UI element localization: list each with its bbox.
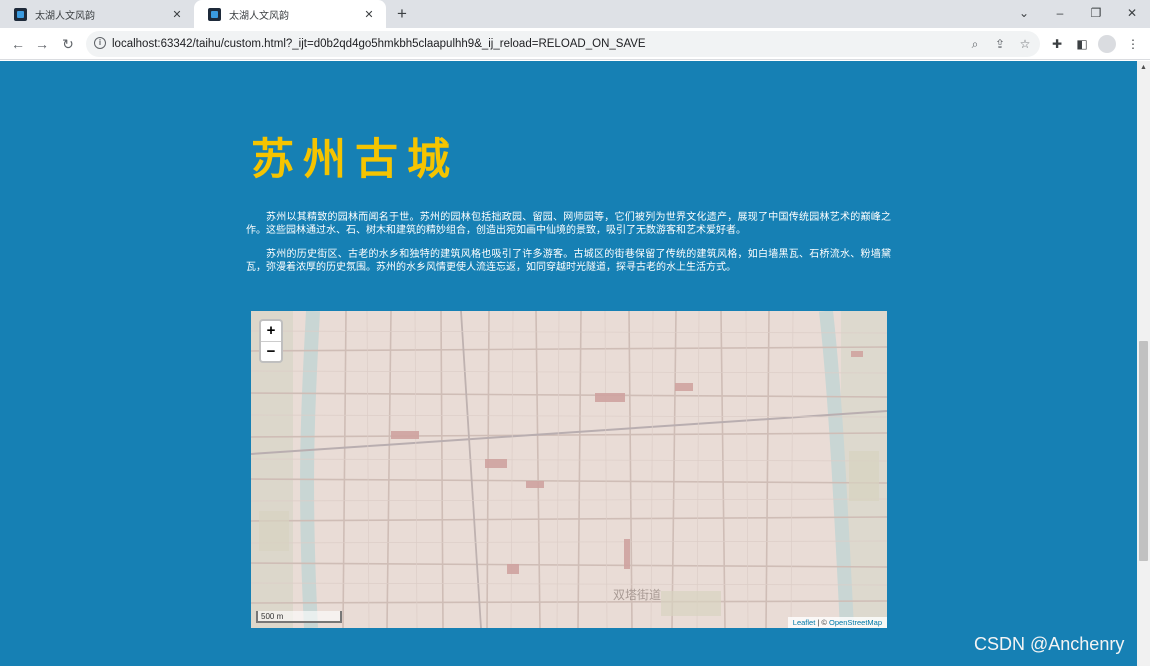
- address-bar[interactable]: i localhost:63342/taihu/custom.html?_ijt…: [86, 31, 1040, 57]
- site-favicon-icon: [14, 7, 27, 21]
- share-icon[interactable]: ⇪: [991, 35, 1009, 53]
- profile-avatar-icon[interactable]: [1098, 35, 1116, 53]
- more-menu-icon[interactable]: ⋮: [1123, 34, 1143, 54]
- page-body: 苏州古城 苏州以其精致的园林而闻名于世。苏州的园林包括拙政园、留园、网师园等，它…: [0, 61, 1137, 666]
- zoom-out-button[interactable]: −: [261, 341, 281, 361]
- zoom-control: + −: [259, 319, 283, 363]
- reload-icon[interactable]: ↻: [58, 34, 78, 54]
- zoom-in-button[interactable]: +: [261, 321, 281, 341]
- forward-arrow-icon[interactable]: →: [32, 34, 52, 54]
- map-attribution: Leaflet | © OpenStreetMap: [787, 617, 887, 628]
- tab-search-chevron-icon[interactable]: ⌄: [1006, 0, 1042, 28]
- close-tab-icon[interactable]: ✕: [362, 8, 376, 21]
- tab-title: 太湖人文风韵: [229, 10, 289, 22]
- page-title: 苏州古城: [251, 135, 459, 185]
- tab-2-active[interactable]: 太湖人文风韵 ✕: [194, 0, 386, 28]
- history-paragraph: 苏州的历史街区、古老的水乡和独特的建筑风格也吸引了许多游客。古城区的街巷保留了传…: [246, 249, 891, 273]
- map-scale-bar: 500 m: [256, 611, 342, 623]
- leaflet-link[interactable]: Leaflet: [793, 618, 816, 627]
- page-scrollbar[interactable]: ▲: [1137, 61, 1150, 666]
- openstreetmap-link[interactable]: OpenStreetMap: [829, 618, 882, 627]
- attribution-separator: | ©: [815, 618, 830, 627]
- site-favicon-icon: [208, 7, 221, 21]
- url-text[interactable]: localhost:63342/taihu/custom.html?_ijt=d…: [112, 31, 646, 57]
- tab-1[interactable]: 太湖人文风韵 ✕: [0, 0, 194, 28]
- historic-map[interactable]: 双塔街道 + − 500 m Leaflet | © OpenStreetMap: [251, 311, 887, 628]
- minimize-icon[interactable]: –: [1042, 0, 1078, 28]
- side-panel-icon[interactable]: ◧: [1072, 34, 1092, 54]
- bookmark-star-icon[interactable]: ☆: [1016, 35, 1034, 53]
- scroll-up-arrow-icon[interactable]: ▲: [1137, 63, 1150, 73]
- map-place-label: 双塔街道: [613, 588, 662, 602]
- browser-toolbar: ← → ↻ i localhost:63342/taihu/custom.htm…: [0, 28, 1150, 60]
- close-tab-icon[interactable]: ✕: [170, 8, 184, 21]
- zoom-magnifier-icon[interactable]: ⌕: [966, 35, 984, 53]
- tab-title: 太湖人文风韵: [35, 10, 95, 22]
- restore-icon[interactable]: ❐: [1078, 0, 1114, 28]
- close-window-icon[interactable]: ✕: [1114, 0, 1150, 28]
- new-tab-plus-icon[interactable]: +: [392, 4, 412, 24]
- back-arrow-icon[interactable]: ←: [8, 34, 28, 54]
- extensions-puzzle-icon[interactable]: ✚: [1047, 34, 1067, 54]
- scrollbar-thumb[interactable]: [1139, 341, 1148, 561]
- map-tiles[interactable]: [251, 311, 887, 628]
- tab-strip: 太湖人文风韵 ✕ 太湖人文风韵 ✕ + ⌄ – ❐ ✕: [0, 0, 1150, 28]
- csdn-watermark: CSDN @Anchenry: [974, 634, 1125, 654]
- intro-paragraph: 苏州以其精致的园林而闻名于世。苏州的园林包括拙政园、留园、网师园等，它们被列为世…: [246, 212, 891, 236]
- site-info-icon[interactable]: i: [94, 37, 106, 49]
